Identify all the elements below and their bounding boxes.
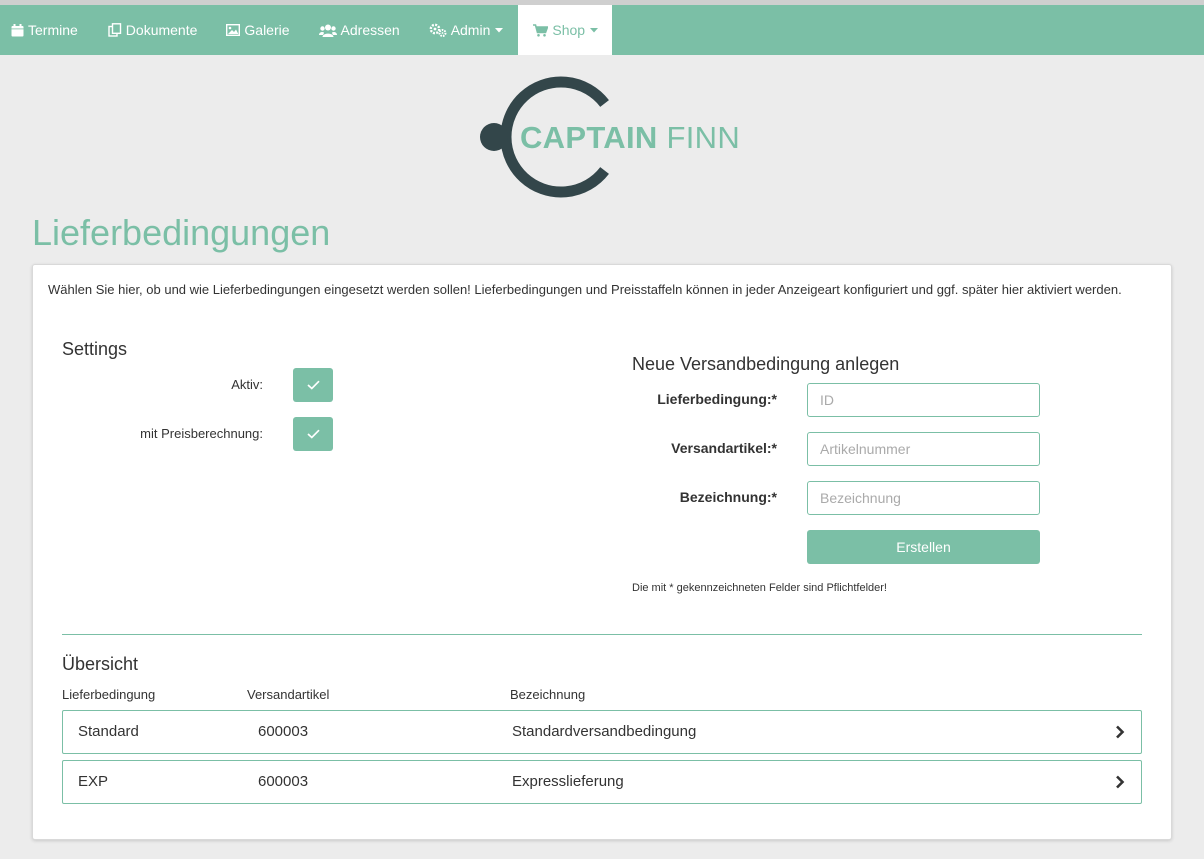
intro-text: Wählen Sie hier, ob und wie Lieferbeding… xyxy=(48,282,1122,297)
bezeichnung-label: Bezeichnung:* xyxy=(679,489,777,505)
nav-label: Adressen xyxy=(340,22,400,38)
documents-icon xyxy=(108,23,121,37)
nav-label: Shop xyxy=(552,22,586,38)
caret-down-icon xyxy=(495,27,504,32)
column-header-lieferbedingung: Lieferbedingung xyxy=(62,687,156,702)
cell-bezeichnung: Expresslieferung xyxy=(512,773,624,790)
column-header-versandartikel: Versandartikel xyxy=(247,687,330,702)
lieferbedingung-input[interactable] xyxy=(807,383,1040,417)
versandartikel-label: Versandartikel:* xyxy=(671,440,777,456)
content-card: Wählen Sie hier, ob und wie Lieferbeding… xyxy=(32,264,1172,840)
preisberechnung-checkbox[interactable] xyxy=(293,417,333,451)
logo-wordmark: CAPTAIN FINN xyxy=(520,120,740,156)
image-icon xyxy=(226,24,241,36)
nav-label: Galerie xyxy=(244,22,290,38)
preisberechnung-label: mit Preisberechnung: xyxy=(140,426,263,441)
cell-versandartikel: 600003 xyxy=(258,723,309,740)
bezeichnung-input[interactable] xyxy=(807,481,1040,515)
overview-title: Übersicht xyxy=(62,654,139,674)
checkmark-icon xyxy=(306,380,320,390)
versandartikel-input[interactable] xyxy=(807,432,1040,466)
cell-versandartikel: 600003 xyxy=(258,773,309,790)
page-title: Lieferbedingungen xyxy=(32,212,331,253)
table-row[interactable]: EXP 600003 Expresslieferung xyxy=(62,760,1142,804)
settings-title: Settings xyxy=(62,339,128,359)
calendar-icon xyxy=(11,23,24,36)
cell-lieferbedingung: Standard xyxy=(78,723,139,740)
cell-lieferbedingung: EXP xyxy=(78,773,109,790)
cart-icon xyxy=(533,23,549,37)
cogs-icon xyxy=(429,23,447,37)
nav-label: Dokumente xyxy=(125,22,198,38)
nav-label: Termine xyxy=(28,22,78,38)
section-divider xyxy=(62,634,1142,635)
cell-bezeichnung: Standardversandbedingung xyxy=(512,723,697,740)
logo-word-finn: FINN xyxy=(666,120,741,155)
new-condition-title: Neue Versandbedingung anlegen xyxy=(632,354,900,374)
nav-item-termine[interactable]: Termine xyxy=(0,5,92,55)
chevron-right-icon[interactable] xyxy=(1115,775,1125,789)
nav-item-admin[interactable]: Admin xyxy=(414,5,518,55)
caret-down-icon xyxy=(590,27,599,32)
aktiv-checkbox[interactable] xyxy=(293,368,333,402)
main-navbar: Termine Dokumente Galerie Adressen Admin… xyxy=(0,5,1204,55)
chevron-right-icon[interactable] xyxy=(1115,725,1125,739)
lieferbedingung-label: Lieferbedingung:* xyxy=(657,391,777,407)
users-icon xyxy=(318,24,337,37)
required-fields-hint: Die mit * gekennzeichneten Felder sind P… xyxy=(632,582,887,594)
nav-item-adressen[interactable]: Adressen xyxy=(304,5,414,55)
nav-label: Admin xyxy=(450,22,491,38)
checkmark-icon xyxy=(306,429,320,439)
column-header-bezeichnung: Bezeichnung xyxy=(510,687,586,702)
table-row[interactable]: Standard 600003 Standardversandbedingung xyxy=(62,710,1142,754)
logo-word-captain: CAPTAIN xyxy=(520,120,658,155)
nav-item-shop[interactable]: Shop xyxy=(518,5,613,55)
nav-item-dokumente[interactable]: Dokumente xyxy=(92,5,212,55)
erstellen-button[interactable]: Erstellen xyxy=(807,530,1040,564)
aktiv-label: Aktiv: xyxy=(231,377,263,392)
nav-item-galerie[interactable]: Galerie xyxy=(211,5,303,55)
